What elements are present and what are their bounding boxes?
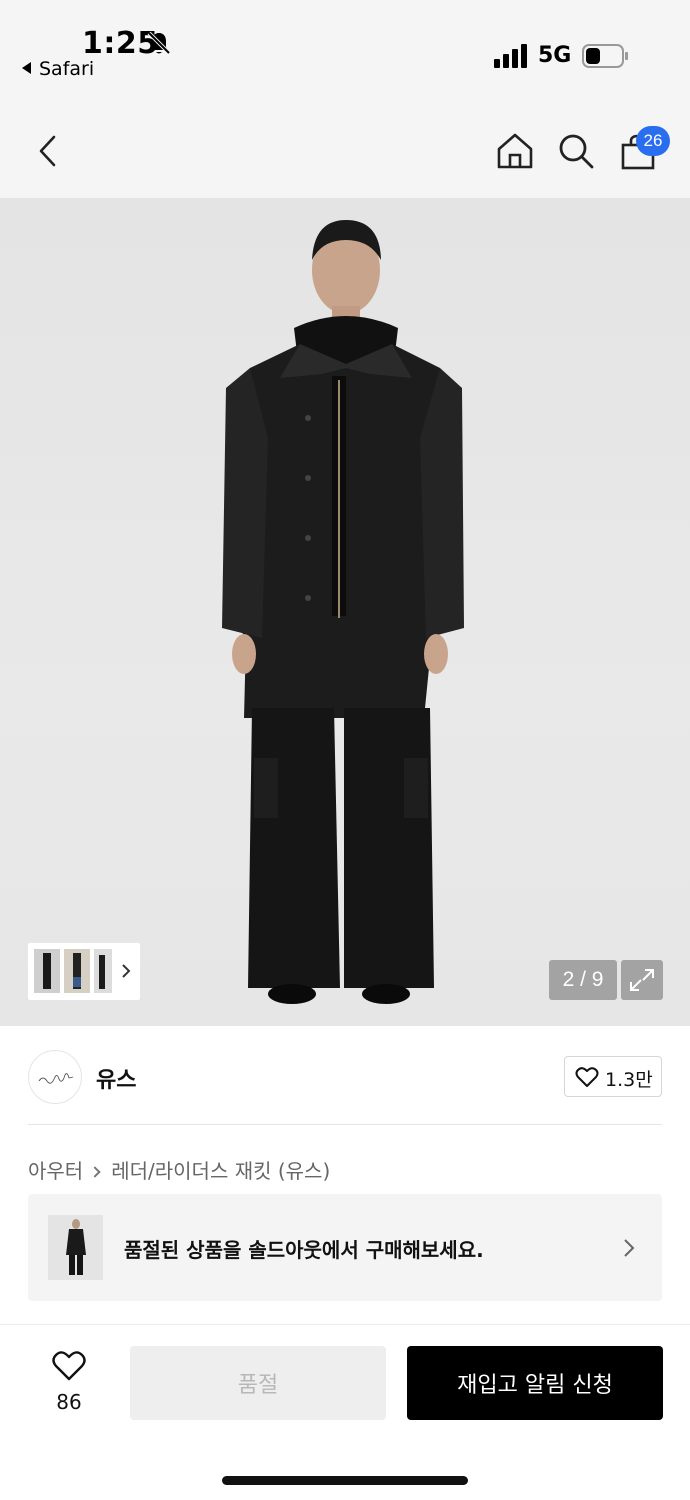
home-icon[interactable]	[496, 132, 534, 170]
home-indicator[interactable]	[222, 1476, 468, 1485]
divider	[28, 1124, 662, 1125]
brand-name[interactable]: 유스	[96, 1062, 136, 1094]
network-type: 5G	[538, 43, 572, 68]
status-bar: 1:25 Safari 5G	[0, 0, 690, 100]
brand-logo-signature	[38, 1073, 74, 1084]
breadcrumb-subcategory[interactable]: 레더/라이더스 재킷 (유스)	[111, 1159, 330, 1183]
brand-like-button[interactable]: 1.3만	[564, 1056, 662, 1097]
back-app-label: Safari	[39, 58, 95, 80]
image-thumbnail-strip[interactable]	[28, 943, 140, 1000]
back-icon[interactable]	[36, 134, 62, 168]
soldout-banner[interactable]: 품절된 상품을 솔드아웃에서 구매해보세요.	[28, 1194, 662, 1301]
divider	[0, 1324, 690, 1325]
thumbnail-image[interactable]	[64, 949, 90, 993]
brand-like-count: 1.3만	[605, 1069, 653, 1091]
back-to-app-link[interactable]: Safari	[22, 58, 94, 80]
expand-icon	[630, 969, 654, 991]
soldout-banner-text: 품절된 상품을 솔드아웃에서 구매해보세요.	[124, 1238, 484, 1262]
wishlist-button[interactable]: 86	[44, 1346, 94, 1416]
breadcrumb-category[interactable]: 아우터	[28, 1159, 83, 1183]
product-photo-model	[222, 220, 464, 1004]
bell-muted-icon	[147, 31, 171, 55]
chevron-right-icon[interactable]	[120, 959, 132, 983]
cellular-signal-icon	[494, 44, 527, 68]
back-triangle-icon	[22, 62, 31, 74]
thumbnail-image[interactable]	[94, 949, 112, 993]
expand-button[interactable]	[621, 960, 663, 1000]
top-navigation	[0, 100, 690, 198]
soldout-button[interactable]: 품절	[130, 1346, 386, 1420]
search-icon[interactable]	[557, 132, 595, 170]
thumbnail-image[interactable]	[34, 949, 60, 993]
heart-icon	[575, 1067, 599, 1087]
restock-alert-button[interactable]: 재입고 알림 신청	[407, 1346, 663, 1420]
heart-icon	[52, 1351, 86, 1381]
breadcrumb: 아우터 레더/라이더스 재킷 (유스)	[28, 1155, 330, 1184]
soldout-banner-thumbnail	[48, 1215, 103, 1280]
wishlist-count: 86	[56, 1390, 82, 1414]
product-image[interactable]	[0, 198, 690, 1026]
chevron-right-icon	[624, 1239, 635, 1257]
chevron-right-icon	[89, 1166, 101, 1178]
brand-logo[interactable]	[28, 1050, 82, 1104]
cart-count-badge: 26	[636, 126, 670, 156]
battery-icon	[582, 44, 628, 68]
image-counter: 2 / 9	[549, 960, 617, 1000]
